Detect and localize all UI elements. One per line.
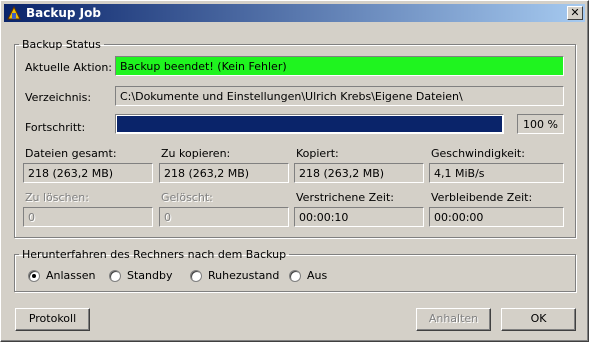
remaining-time-value: 00:00:00 xyxy=(429,207,564,227)
radio-button-icon[interactable] xyxy=(109,269,121,282)
radio-anlassen[interactable]: Anlassen xyxy=(28,269,96,282)
deleted-label: Gelöscht: xyxy=(161,191,213,204)
copied-value: 218 (263,2 MB) xyxy=(294,163,424,183)
progress-label: Fortschritt: xyxy=(25,121,86,134)
backup-app-icon xyxy=(7,5,21,20)
speed-value: 4,1 MiB/s xyxy=(429,163,564,183)
action-value: Backup beendet! (Kein Fehler) xyxy=(115,56,564,76)
title-bar[interactable]: Backup Job ✕ xyxy=(4,4,585,22)
elapsed-time-value: 00:00:10 xyxy=(294,207,424,227)
progress-bar xyxy=(115,114,504,134)
remaining-time-label: Verbleibende Zeit: xyxy=(431,191,533,204)
close-button[interactable]: ✕ xyxy=(567,6,583,20)
ok-button[interactable]: OK xyxy=(501,308,576,331)
radio-button-icon[interactable] xyxy=(190,269,202,282)
radio-aus-label: Aus xyxy=(307,269,328,282)
speed-label: Geschwindigkeit: xyxy=(431,147,525,160)
directory-label: Verzeichnis: xyxy=(25,91,92,104)
close-icon: ✕ xyxy=(570,6,580,19)
log-button[interactable]: Protokoll xyxy=(15,308,90,331)
elapsed-time-label: Verstrichene Zeit: xyxy=(296,191,394,204)
action-label: Aktuelle Aktion: xyxy=(25,61,112,74)
progress-bar-fill xyxy=(117,116,502,132)
backup-job-window: Backup Job ✕ Backup Status Aktuelle Akti… xyxy=(0,0,589,342)
to-copy-value: 218 (263,2 MB) xyxy=(159,163,289,183)
window-title: Backup Job xyxy=(26,6,101,20)
radio-standby[interactable]: Standby xyxy=(109,269,172,282)
shutdown-legend: Herunterfahren des Rechners nach dem Bac… xyxy=(22,248,287,261)
files-total-label: Dateien gesamt: xyxy=(25,147,117,160)
to-delete-value: 0 xyxy=(23,207,153,227)
copied-label: Kopiert: xyxy=(296,147,339,160)
radio-anlassen-label: Anlassen xyxy=(46,269,96,282)
deleted-value: 0 xyxy=(159,207,289,227)
directory-value: C:\Dokumente und Einstellungen\Ulrich Kr… xyxy=(115,86,564,106)
radio-standby-label: Standby xyxy=(127,269,173,282)
radio-aus[interactable]: Aus xyxy=(289,269,327,282)
radio-button-icon[interactable] xyxy=(28,269,40,282)
backup-status-legend: Backup Status xyxy=(22,38,101,51)
to-delete-label: Zu löschen: xyxy=(25,191,89,204)
radio-button-icon[interactable] xyxy=(289,269,301,282)
stop-button[interactable]: Anhalten xyxy=(416,308,491,331)
files-total-value: 218 (263,2 MB) xyxy=(23,163,153,183)
radio-ruhezustand-label: Ruhezustand xyxy=(208,269,280,282)
progress-percent: 100 % xyxy=(517,114,564,134)
to-copy-label: Zu kopieren: xyxy=(161,147,231,160)
radio-ruhezustand[interactable]: Ruhezustand xyxy=(190,269,279,282)
